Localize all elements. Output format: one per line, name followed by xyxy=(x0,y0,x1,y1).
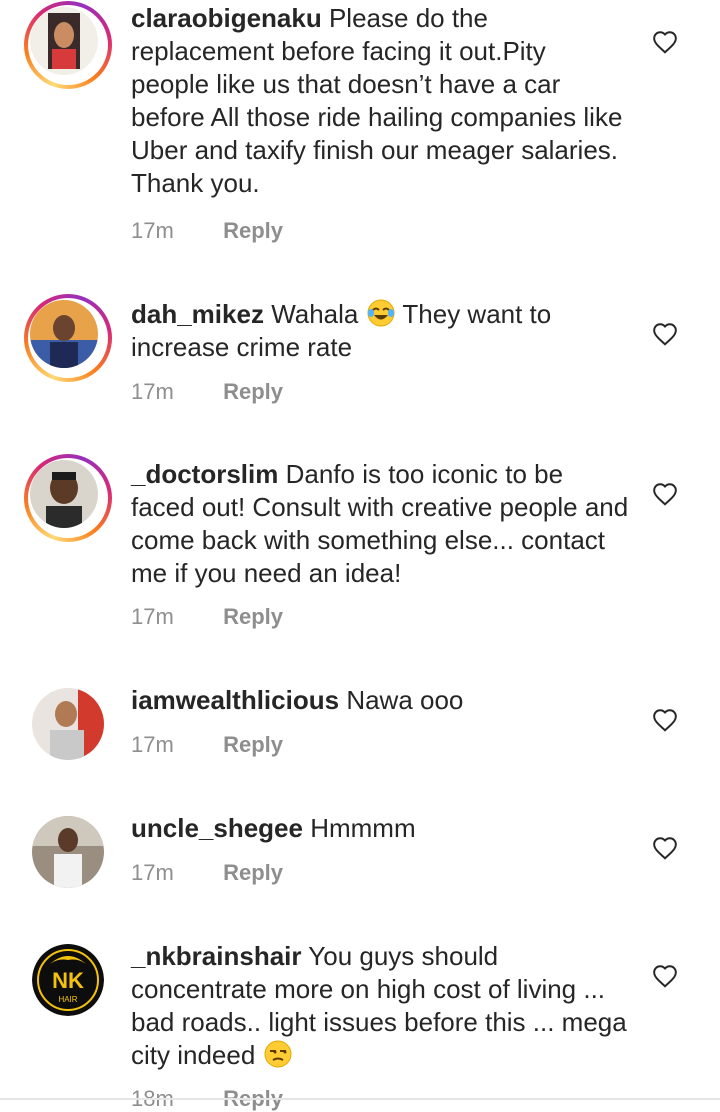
comment-text: uncle_shegee Hmmmm xyxy=(131,812,631,845)
comment-text: _doctorslim Danfo is too iconic to be fa… xyxy=(131,458,631,590)
avatar[interactable] xyxy=(32,688,104,760)
reply-button[interactable]: Reply xyxy=(223,860,283,885)
comment-username[interactable]: iamwealthlicious xyxy=(131,685,339,715)
comment-body: Nawa ooo xyxy=(346,685,464,715)
nk-logo-subtext: HAIR xyxy=(58,995,77,1004)
reply-button[interactable]: Reply xyxy=(223,604,283,629)
face-with-tears-of-joy-icon xyxy=(367,299,395,327)
avatar xyxy=(30,7,98,75)
comment-body: Wahala xyxy=(271,299,359,329)
comment-username[interactable]: claraobigenaku xyxy=(131,3,322,33)
nk-logo-text: NK xyxy=(52,968,84,993)
reply-button[interactable]: Reply xyxy=(223,218,283,243)
comment-text: claraobigenaku Please do the replacement… xyxy=(131,2,631,200)
divider xyxy=(0,1098,720,1100)
comment-username[interactable]: dah_mikez xyxy=(131,299,264,329)
heart-outline-icon[interactable] xyxy=(652,322,678,346)
comment-username[interactable]: _doctorslim xyxy=(131,459,278,489)
comment-time: 17m xyxy=(131,732,174,757)
comment-meta: 17m Reply xyxy=(131,732,283,758)
comment-text: iamwealthlicious Nawa ooo xyxy=(131,684,631,717)
avatar xyxy=(30,460,98,528)
heart-outline-icon[interactable] xyxy=(652,708,678,732)
avatar[interactable] xyxy=(32,816,104,888)
heart-outline-icon[interactable] xyxy=(652,30,678,54)
comment-time: 17m xyxy=(131,379,174,404)
avatar-story-ring[interactable] xyxy=(24,454,112,542)
comment-text: dah_mikez Wahala They want to increase c… xyxy=(131,298,631,364)
comment-time: 17m xyxy=(131,860,174,885)
avatar xyxy=(30,300,98,368)
comment-body: Hmmmm xyxy=(310,813,416,843)
comment-meta: 17m Reply xyxy=(131,379,283,405)
unamused-face-icon xyxy=(264,1040,292,1068)
comment-meta: 17m Reply xyxy=(131,604,283,630)
heart-outline-icon[interactable] xyxy=(652,836,678,860)
comment-text: _nkbrainshair You guys should concentrat… xyxy=(131,940,631,1072)
comment-time: 17m xyxy=(131,604,174,629)
avatar-story-ring[interactable] xyxy=(24,294,112,382)
comment-meta: 17m Reply xyxy=(131,218,283,244)
avatar-story-ring[interactable] xyxy=(24,1,112,89)
comment-username[interactable]: uncle_shegee xyxy=(131,813,303,843)
comment-time: 17m xyxy=(131,218,174,243)
heart-outline-icon[interactable] xyxy=(652,482,678,506)
avatar[interactable]: NK HAIR xyxy=(32,944,104,1016)
heart-outline-icon[interactable] xyxy=(652,964,678,988)
reply-button[interactable]: Reply xyxy=(223,379,283,404)
comment-meta: 17m Reply xyxy=(131,860,283,886)
comment-username[interactable]: _nkbrainshair xyxy=(131,941,302,971)
reply-button[interactable]: Reply xyxy=(223,732,283,757)
